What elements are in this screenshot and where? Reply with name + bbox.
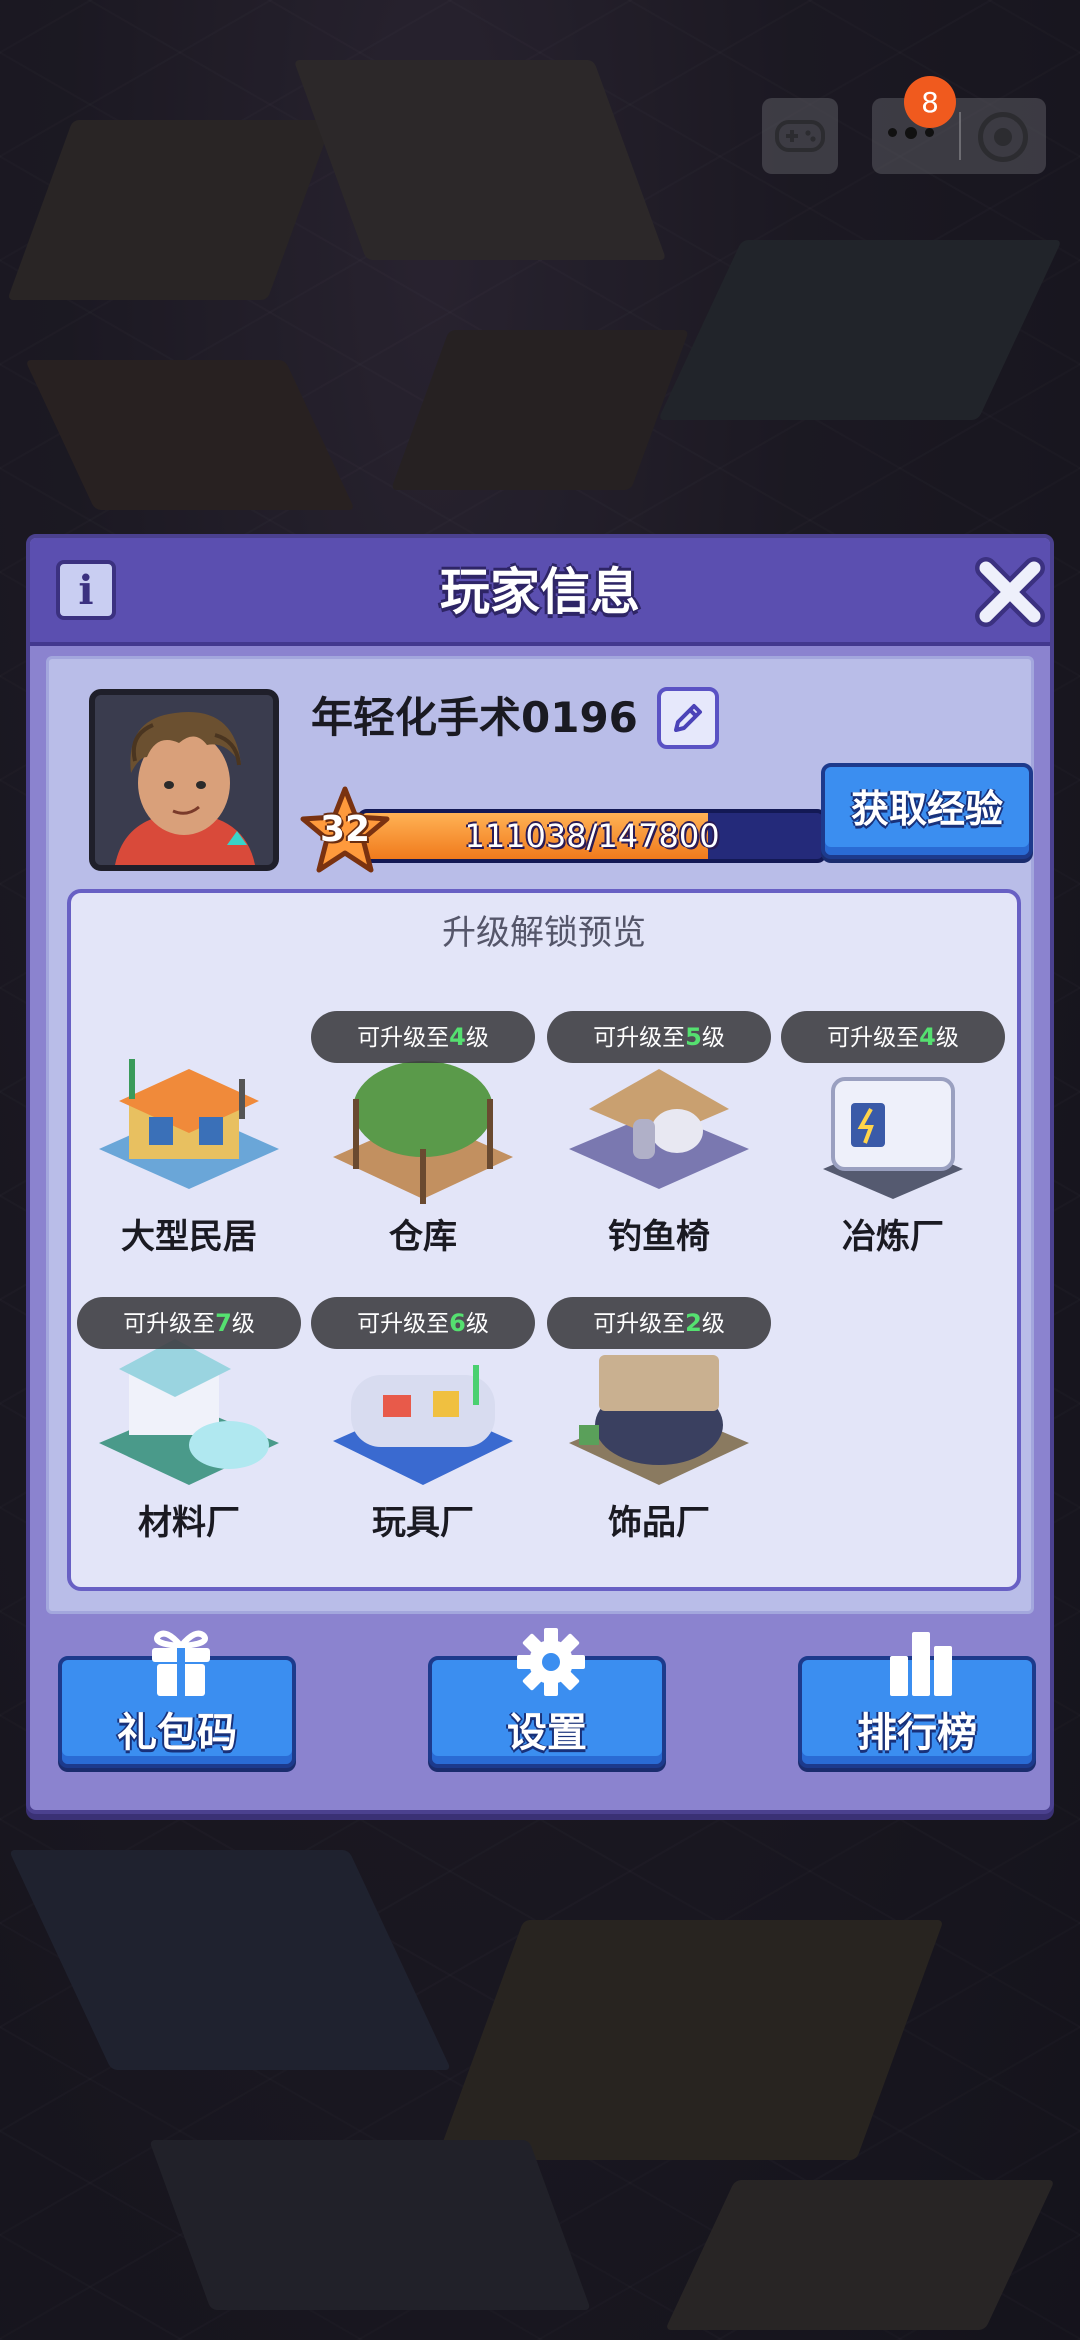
get-exp-button[interactable]: 获取经验 xyxy=(821,763,1033,859)
building-card[interactable]: 可升级至4级仓库 xyxy=(311,1011,535,1271)
upgrade-level: 2 xyxy=(685,1309,702,1337)
settings-button[interactable]: 设置 xyxy=(428,1628,666,1768)
gear-icon xyxy=(517,1628,585,1696)
upgrade-tag: 可升级至2级 xyxy=(547,1297,771,1349)
upgrade-suffix: 级 xyxy=(701,1311,725,1337)
avatar-portrait xyxy=(95,695,273,865)
gamepad-icon xyxy=(775,120,825,152)
upgrade-prefix: 可升级至 xyxy=(827,1025,920,1051)
building-name: 仓库 xyxy=(389,1217,457,1257)
building-card[interactable]: 可升级至4级冶炼厂 xyxy=(781,1011,1005,1271)
building-art xyxy=(333,1061,513,1204)
upgrade-suffix: 级 xyxy=(465,1025,489,1051)
unlock-preview-panel: 升级解锁预览 大型民居 可升级至4级 仓库 可升级至5级 钓鱼椅 可升级至4级 冶炼厂 可升级… xyxy=(67,889,1021,1591)
building-card[interactable]: 可升级至7级材料厂 xyxy=(77,1297,301,1557)
leaderboard-label: 排行榜 xyxy=(857,1710,977,1756)
upgrade-tag: 可升级至7级 xyxy=(77,1297,301,1349)
upgrade-tag: 可升级至5级 xyxy=(547,1011,771,1063)
upgrade-level: 4 xyxy=(449,1023,466,1051)
upgrade-level: 6 xyxy=(449,1309,466,1337)
upgrade-tag: 可升级至6级 xyxy=(311,1297,535,1349)
edit-name-button[interactable] xyxy=(657,687,719,749)
close-icon[interactable] xyxy=(970,552,1050,632)
more-icon[interactable] xyxy=(888,127,934,139)
upgrade-level: 4 xyxy=(919,1023,936,1051)
capsule-menu xyxy=(872,98,1046,174)
building-card[interactable]: 大型民居 xyxy=(77,1011,301,1271)
modal-title: 玩家信息 xyxy=(440,563,640,621)
building-card[interactable]: 可升级至5级钓鱼椅 xyxy=(547,1011,771,1271)
building-art xyxy=(569,1069,749,1189)
building-art xyxy=(99,1059,279,1189)
building-art xyxy=(333,1365,513,1485)
upgrade-tag: 可升级至4级 xyxy=(311,1011,535,1063)
leaderboard-icon xyxy=(890,1632,952,1696)
notification-badge: 8 xyxy=(904,76,956,128)
upgrade-suffix: 级 xyxy=(701,1025,725,1051)
building-art xyxy=(99,1339,279,1485)
unlock-preview-title: 升级解锁预览 xyxy=(442,913,646,953)
close-miniprogram-icon[interactable] xyxy=(978,112,1028,162)
player-info-panel: 年轻化手术0196 111038/147800 32 获取经验 升级解锁预览 大… xyxy=(46,656,1034,1614)
upgrade-suffix: 级 xyxy=(935,1025,959,1051)
gamepad-button[interactable] xyxy=(762,98,838,174)
xp-progress-bar: 111038/147800 xyxy=(357,809,827,863)
building-name: 钓鱼椅 xyxy=(608,1217,710,1257)
player-name: 年轻化手术0196 xyxy=(311,693,638,742)
upgrade-tag: 可升级至4级 xyxy=(781,1011,1005,1063)
upgrade-prefix: 可升级至 xyxy=(123,1311,216,1337)
upgrade-suffix: 级 xyxy=(231,1311,255,1337)
gift-code-button[interactable]: 礼包码 xyxy=(58,1630,296,1768)
settings-label: 设置 xyxy=(507,1710,587,1756)
building-name: 玩具厂 xyxy=(372,1503,474,1543)
building-art xyxy=(823,1077,963,1199)
upgrade-prefix: 可升级至 xyxy=(593,1025,686,1051)
capsule-divider xyxy=(959,112,961,160)
building-card[interactable]: 可升级至6级玩具厂 xyxy=(311,1297,535,1557)
building-name: 大型民居 xyxy=(121,1217,257,1257)
building-card[interactable]: 可升级至2级饰品厂 xyxy=(547,1297,771,1557)
upgrade-level: 5 xyxy=(685,1023,702,1051)
building-art xyxy=(569,1355,749,1485)
upgrade-prefix: 可升级至 xyxy=(593,1311,686,1337)
modal-header: i 玩家信息 xyxy=(30,538,1050,646)
upgrade-level: 7 xyxy=(215,1309,232,1337)
building-name: 材料厂 xyxy=(138,1503,240,1543)
pencil-icon xyxy=(674,704,702,732)
gift-icon xyxy=(152,1630,210,1696)
player-level: 32 xyxy=(319,809,371,850)
building-name: 饰品厂 xyxy=(608,1503,710,1543)
leaderboard-button[interactable]: 排行榜 xyxy=(798,1632,1036,1768)
player-info-modal: i 玩家信息 年轻化手术0196 111038/147800 32 获取经验 升… xyxy=(26,534,1054,1814)
upgrade-suffix: 级 xyxy=(465,1311,489,1337)
upgrade-prefix: 可升级至 xyxy=(357,1025,450,1051)
building-name: 冶炼厂 xyxy=(842,1217,944,1257)
avatar[interactable] xyxy=(89,689,279,871)
upgrade-prefix: 可升级至 xyxy=(357,1311,450,1337)
gift-code-label: 礼包码 xyxy=(117,1710,237,1756)
xp-text: 111038/147800 xyxy=(464,817,720,855)
